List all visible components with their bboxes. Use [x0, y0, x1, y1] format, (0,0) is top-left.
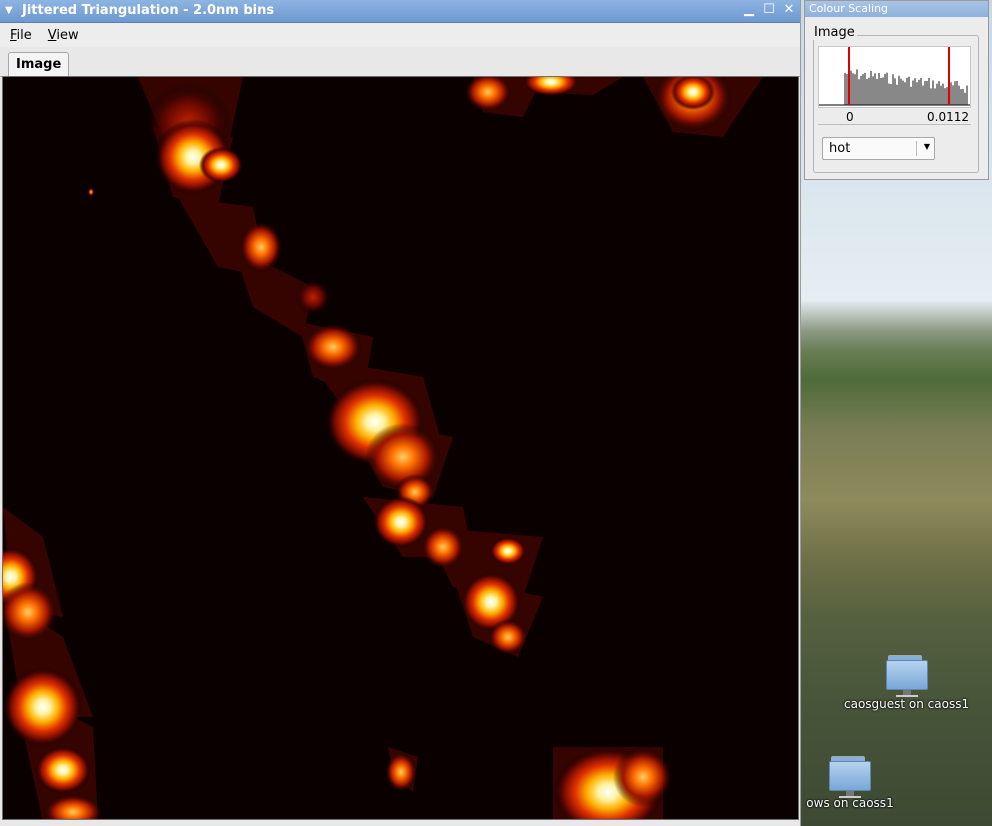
desktop-icon-label: caosguest on caoss1 [844, 697, 970, 711]
triangulation-image [3, 77, 798, 819]
group-label: Image [812, 25, 857, 40]
desktop-icon-caosguest[interactable]: caosguest on caoss1 [844, 655, 969, 711]
minimize-icon[interactable]: ▁ [742, 3, 756, 17]
desktop-icon-ows[interactable]: ows on caoss1 [800, 756, 900, 810]
histogram-min-label: 0 [846, 110, 854, 124]
tabbar: Image [0, 47, 800, 77]
close-icon[interactable]: ✕ [782, 3, 796, 17]
histogram[interactable] [818, 46, 971, 108]
select-separator [916, 141, 917, 156]
image-canvas[interactable] [2, 76, 799, 820]
histogram-axis [818, 124, 971, 125]
chevron-down-icon: ▼ [923, 142, 930, 151]
colour-scaling-title[interactable]: Colour Scaling [805, 1, 988, 17]
titlebar[interactable]: ▼ Jittered Triangulation - 2.0nm bins ▁ … [0, 0, 800, 23]
main-window: ▼ Jittered Triangulation - 2.0nm bins ▁ … [0, 0, 801, 826]
histogram-max-label: 0.0112 [927, 110, 969, 124]
histogram-plot [819, 47, 970, 106]
desktop-icon-label: ows on caoss1 [806, 796, 894, 810]
menu-view[interactable]: View [42, 26, 85, 45]
window-menu-icon[interactable]: ▼ [5, 0, 19, 22]
colormap-select[interactable]: hot ▼ [822, 137, 935, 160]
maximize-icon[interactable]: ☐ [762, 3, 776, 17]
tab-image[interactable]: Image [8, 52, 70, 77]
menu-file[interactable]: File [4, 26, 38, 45]
network-folder-icon [829, 756, 871, 798]
network-folder-icon [885, 655, 928, 697]
colormap-value: hot [829, 141, 851, 156]
window-title: Jittered Triangulation - 2.0nm bins [22, 3, 275, 18]
menubar: File View [0, 23, 800, 47]
